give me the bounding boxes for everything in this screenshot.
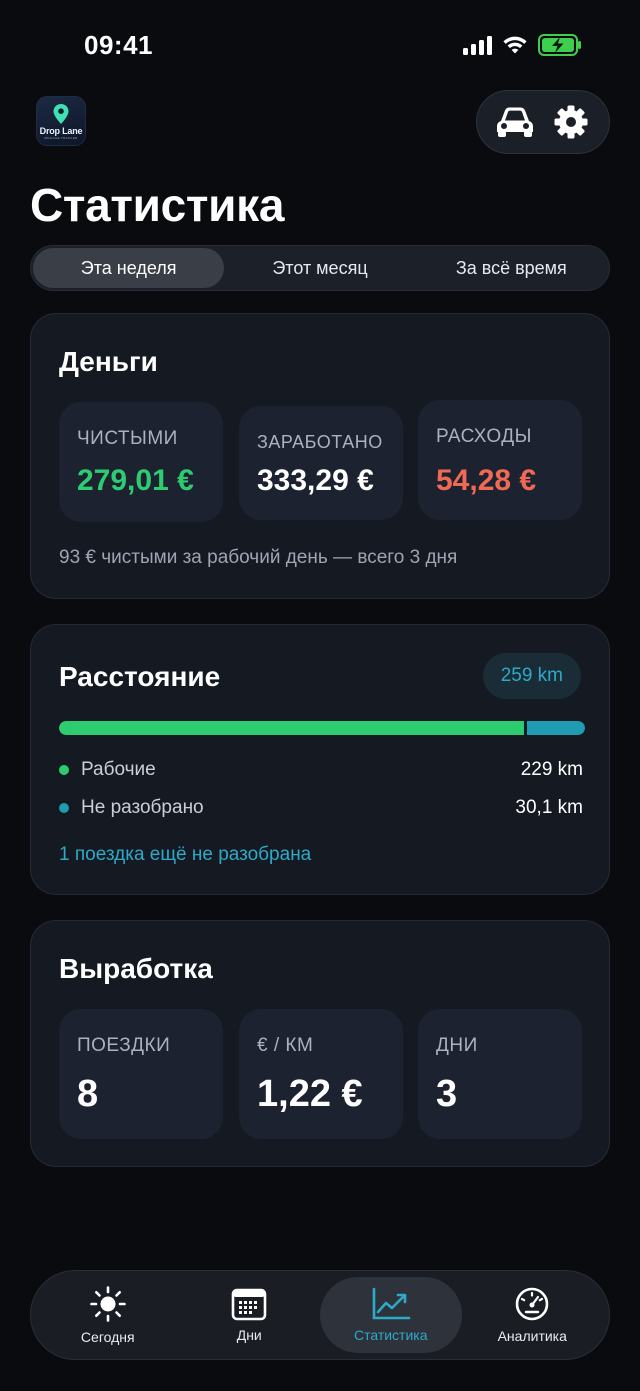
money-note: 93 € чистыми за рабочий день — всего 3 д… <box>59 547 458 568</box>
performance-card: Выработка ПОЕЗДКИ 8 € / КМ 1,22 € ДНИ 3 <box>30 920 610 1167</box>
location-pin-icon <box>53 103 69 124</box>
car-icon <box>497 107 533 137</box>
settings-button[interactable] <box>546 97 596 147</box>
chart-icon <box>372 1287 411 1320</box>
status-time: 09:41 <box>84 30 153 60</box>
period-all-time[interactable]: За всё время <box>416 248 607 288</box>
gauge-icon <box>515 1287 549 1321</box>
progress-unsorted-segment <box>526 721 585 735</box>
tab-days[interactable]: Дни <box>179 1277 321 1353</box>
logo-text: Drop Lane <box>39 125 83 136</box>
days-tile: ДНИ 3 <box>418 1009 582 1139</box>
distance-progress-bar <box>59 721 585 735</box>
unsorted-trips-link[interactable]: 1 поездка ещё не разобрана <box>59 844 311 866</box>
gear-icon <box>554 105 588 139</box>
logo-subtitle: MILEAGE TRACKER <box>44 135 78 140</box>
trips-value: 8 <box>77 1073 99 1115</box>
tab-analytics[interactable]: Аналитика <box>462 1277 604 1353</box>
tab-today-label: Сегодня <box>80 1329 135 1345</box>
app-logo: Drop Lane MILEAGE TRACKER <box>36 96 86 146</box>
wifi-icon <box>503 36 527 54</box>
performance-title: Выработка <box>59 953 213 984</box>
trips-label: ПОЕЗДКИ <box>77 1035 171 1056</box>
earned-label: ЗАРАБОТАНО <box>257 432 383 452</box>
work-label: Рабочие <box>81 759 156 780</box>
battery-charging-icon <box>538 34 581 56</box>
work-dot <box>59 765 69 775</box>
tab-today[interactable]: Сегодня <box>37 1277 179 1353</box>
per-km-tile: € / КМ 1,22 € <box>239 1009 403 1139</box>
net-label: ЧИСТЫМИ <box>77 428 178 449</box>
tab-statistics[interactable]: Статистика <box>320 1277 462 1353</box>
per-km-label: € / КМ <box>257 1035 314 1056</box>
tab-days-label: Дни <box>236 1327 262 1343</box>
sun-icon <box>89 1286 126 1322</box>
expenses-value: 54,28 € <box>436 464 537 497</box>
net-value: 279,01 € <box>77 464 194 497</box>
money-card: Деньги ЧИСТЫМИ 279,01 € ЗАРАБОТАНО 333,2… <box>30 313 610 599</box>
days-label: ДНИ <box>436 1035 478 1056</box>
status-icons <box>463 34 582 56</box>
trips-tile: ПОЕЗДКИ 8 <box>59 1009 223 1139</box>
period-this-week[interactable]: Эта неделя <box>33 248 225 288</box>
legend-unsorted: Не разобрано 30,1 km <box>59 797 583 819</box>
page-title: Статистика <box>30 179 285 231</box>
vehicle-button[interactable] <box>490 97 540 147</box>
tab-analytics-label: Аналитика <box>497 1328 567 1344</box>
net-tile: ЧИСТЫМИ 279,01 € <box>59 402 223 522</box>
work-value: 229 km <box>520 759 583 780</box>
unsorted-value: 30,1 km <box>515 797 583 818</box>
per-km-value: 1,22 € <box>257 1073 363 1115</box>
header-actions <box>476 90 610 154</box>
days-value: 3 <box>436 1073 458 1115</box>
period-selector: Эта неделя Этот месяц За всё время <box>30 245 610 291</box>
unsorted-dot <box>59 803 69 813</box>
distance-card: Расстояние 259 km Рабочие 229 km Не разо… <box>30 624 610 895</box>
unsorted-label: Не разобрано <box>81 797 204 818</box>
tab-statistics-label: Статистика <box>353 1327 428 1343</box>
distance-title: Расстояние <box>59 661 221 692</box>
earned-value: 333,29 € <box>257 464 374 497</box>
legend-work: Рабочие 229 km <box>59 759 583 781</box>
expenses-label: РАСХОДЫ <box>436 426 532 447</box>
tab-bar: Сегодня Дни Статистика Аналитика <box>30 1270 610 1360</box>
money-title: Деньги <box>59 346 158 377</box>
cellular-signal-icon <box>463 35 492 55</box>
distance-total-badge: 259 km <box>482 653 581 699</box>
earned-tile: ЗАРАБОТАНО 333,29 € <box>239 406 403 520</box>
calendar-icon <box>231 1288 267 1321</box>
progress-work-segment <box>59 721 524 735</box>
period-this-month[interactable]: Этот месяц <box>224 248 415 288</box>
expenses-tile: РАСХОДЫ 54,28 € <box>418 400 582 520</box>
